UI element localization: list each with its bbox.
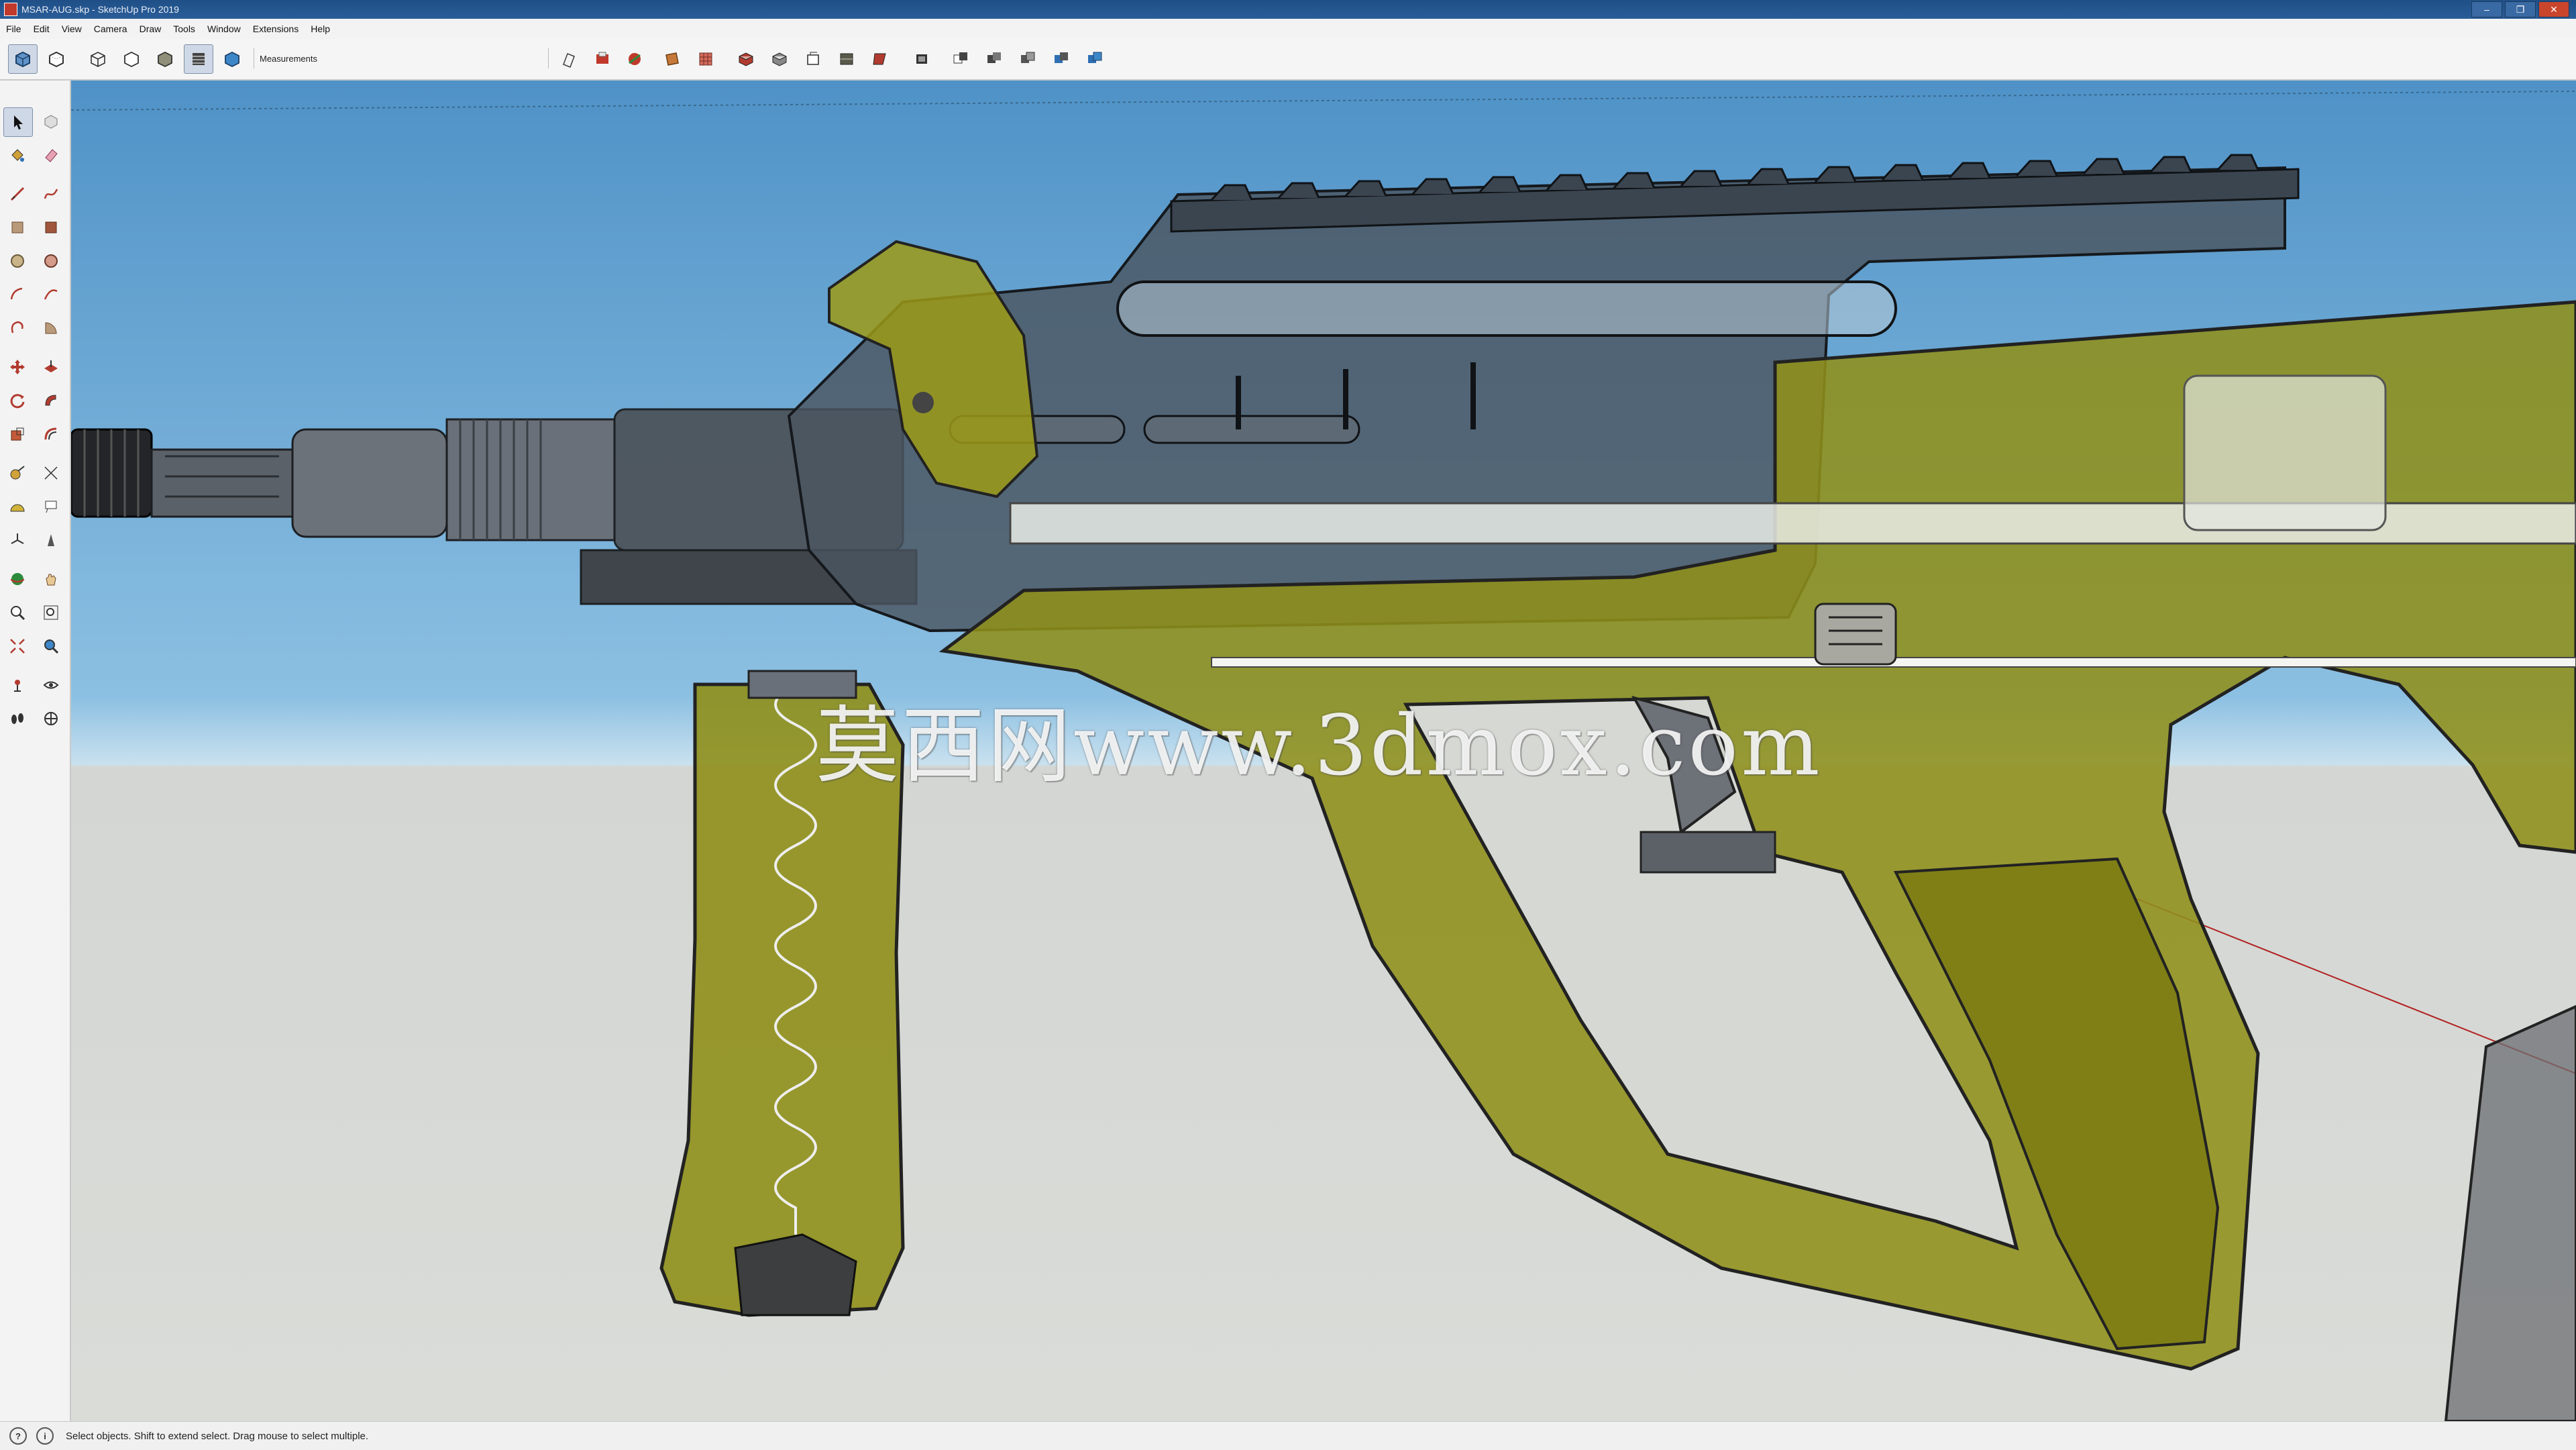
status-text: Select objects. Shift to extend select. … [66,1430,369,1442]
offset-icon[interactable] [37,420,65,448]
walk-icon[interactable] [3,705,32,733]
rectangle-icon[interactable] [3,213,32,242]
zoom-extents-icon[interactable] [3,632,32,660]
rotated-rectangle-icon[interactable] [37,213,65,242]
move-icon[interactable] [3,353,32,381]
shadows-icon[interactable] [1080,44,1110,74]
wireframe-icon[interactable] [83,44,113,74]
protractor-icon[interactable] [3,493,32,521]
pie-icon[interactable] [37,314,65,342]
orbit-icon[interactable] [3,565,32,593]
two-point-arc-icon[interactable] [37,280,65,309]
top-view-icon[interactable] [731,44,761,74]
scale-icon[interactable] [3,420,32,448]
measurements-label: Measurements [260,53,317,64]
previous-view-icon[interactable] [37,632,65,660]
axes-icon[interactable] [3,526,32,554]
section-display-icon[interactable] [657,44,687,74]
dimension-icon[interactable] [37,459,65,487]
title-bar: MSAR-AUG.skp - SketchUp Pro 2019 – ❐ ✕ [0,0,2576,19]
select-icon[interactable] [3,107,33,137]
iso-view-icon[interactable] [691,44,720,74]
main-toolbar: Measurements [0,39,2576,81]
watermark: 莫西网www.3dmox.com [816,698,1823,794]
barrel-assembly [71,408,918,605]
section-cut-icon[interactable] [620,44,649,74]
paint-bucket-icon[interactable] [3,141,32,169]
zoom-window-icon[interactable] [37,599,65,627]
freehand-icon[interactable] [37,180,65,208]
shaded-icon[interactable] [150,44,180,74]
menu-help[interactable]: Help [305,23,336,34]
menu-bar: File Edit View Camera Draw Tools Window … [0,19,2576,40]
component-icon[interactable] [946,44,975,74]
polygon-icon[interactable] [37,247,65,275]
circle-icon[interactable] [3,247,32,275]
status-bar: ? i Select objects. Shift to extend sele… [0,1421,2576,1450]
xray-icon[interactable] [8,44,38,74]
minimize-icon[interactable]: – [2471,1,2502,17]
push-pull-icon[interactable] [37,353,65,381]
position-camera-icon[interactable] [3,671,32,699]
green-axis-line [71,91,2576,111]
menu-window[interactable]: Window [201,23,247,34]
layers-icon[interactable] [1013,44,1042,74]
restore-icon[interactable]: ❐ [2505,1,2536,17]
look-around-icon[interactable] [37,671,65,699]
hidden-line-icon[interactable] [117,44,146,74]
three-point-arc-icon[interactable] [3,314,32,342]
menu-draw[interactable]: Draw [133,23,168,34]
menu-camera[interactable]: Camera [88,23,133,34]
right-view-icon[interactable] [798,44,828,74]
close-icon[interactable]: ✕ [2538,1,2569,17]
geo-location-icon[interactable]: ? [9,1427,27,1445]
tape-measure-icon[interactable] [3,459,32,487]
text-icon[interactable] [37,493,65,521]
outliner-icon[interactable] [979,44,1009,74]
zoom-icon[interactable] [3,599,32,627]
window-controls: – ❐ ✕ [2471,1,2569,17]
line-icon[interactable] [3,180,32,208]
menu-edit[interactable]: Edit [28,23,56,34]
section-plane-tool-icon[interactable] [37,705,65,733]
tool-palette [0,81,71,1422]
measurements-box[interactable]: Measurements [254,48,549,68]
window-title: MSAR-AUG.skp - SketchUp Pro 2019 [21,4,179,15]
follow-me-icon[interactable] [37,386,65,415]
pan-icon[interactable] [37,565,65,593]
left-view-icon[interactable] [865,44,895,74]
viewport-canvas[interactable]: 莫西网www.3dmox.com [71,81,2576,1421]
3d-text-icon[interactable] [37,526,65,554]
menu-file[interactable]: File [0,23,28,34]
credits-icon[interactable]: i [36,1427,54,1445]
make-component-icon[interactable] [37,107,65,136]
sketchup-logo-icon [4,3,17,16]
back-view-icon[interactable] [832,44,861,74]
front-view-icon[interactable] [765,44,794,74]
back-edges-icon[interactable] [42,44,71,74]
shaded-textures-icon[interactable] [184,44,213,74]
monochrome-icon[interactable] [217,44,247,74]
bottom-view-icon[interactable] [907,44,936,74]
menu-view[interactable]: View [56,23,88,34]
section-fill-icon[interactable] [588,44,617,74]
section-plane-icon[interactable] [554,44,584,74]
rotate-icon[interactable] [3,386,32,415]
rear-grip-detail [2444,1004,2576,1421]
eraser-icon[interactable] [37,141,65,169]
menu-extensions[interactable]: Extensions [247,23,305,34]
arc-icon[interactable] [3,280,32,309]
materials-icon[interactable] [1046,44,1076,74]
menu-tools[interactable]: Tools [167,23,201,34]
